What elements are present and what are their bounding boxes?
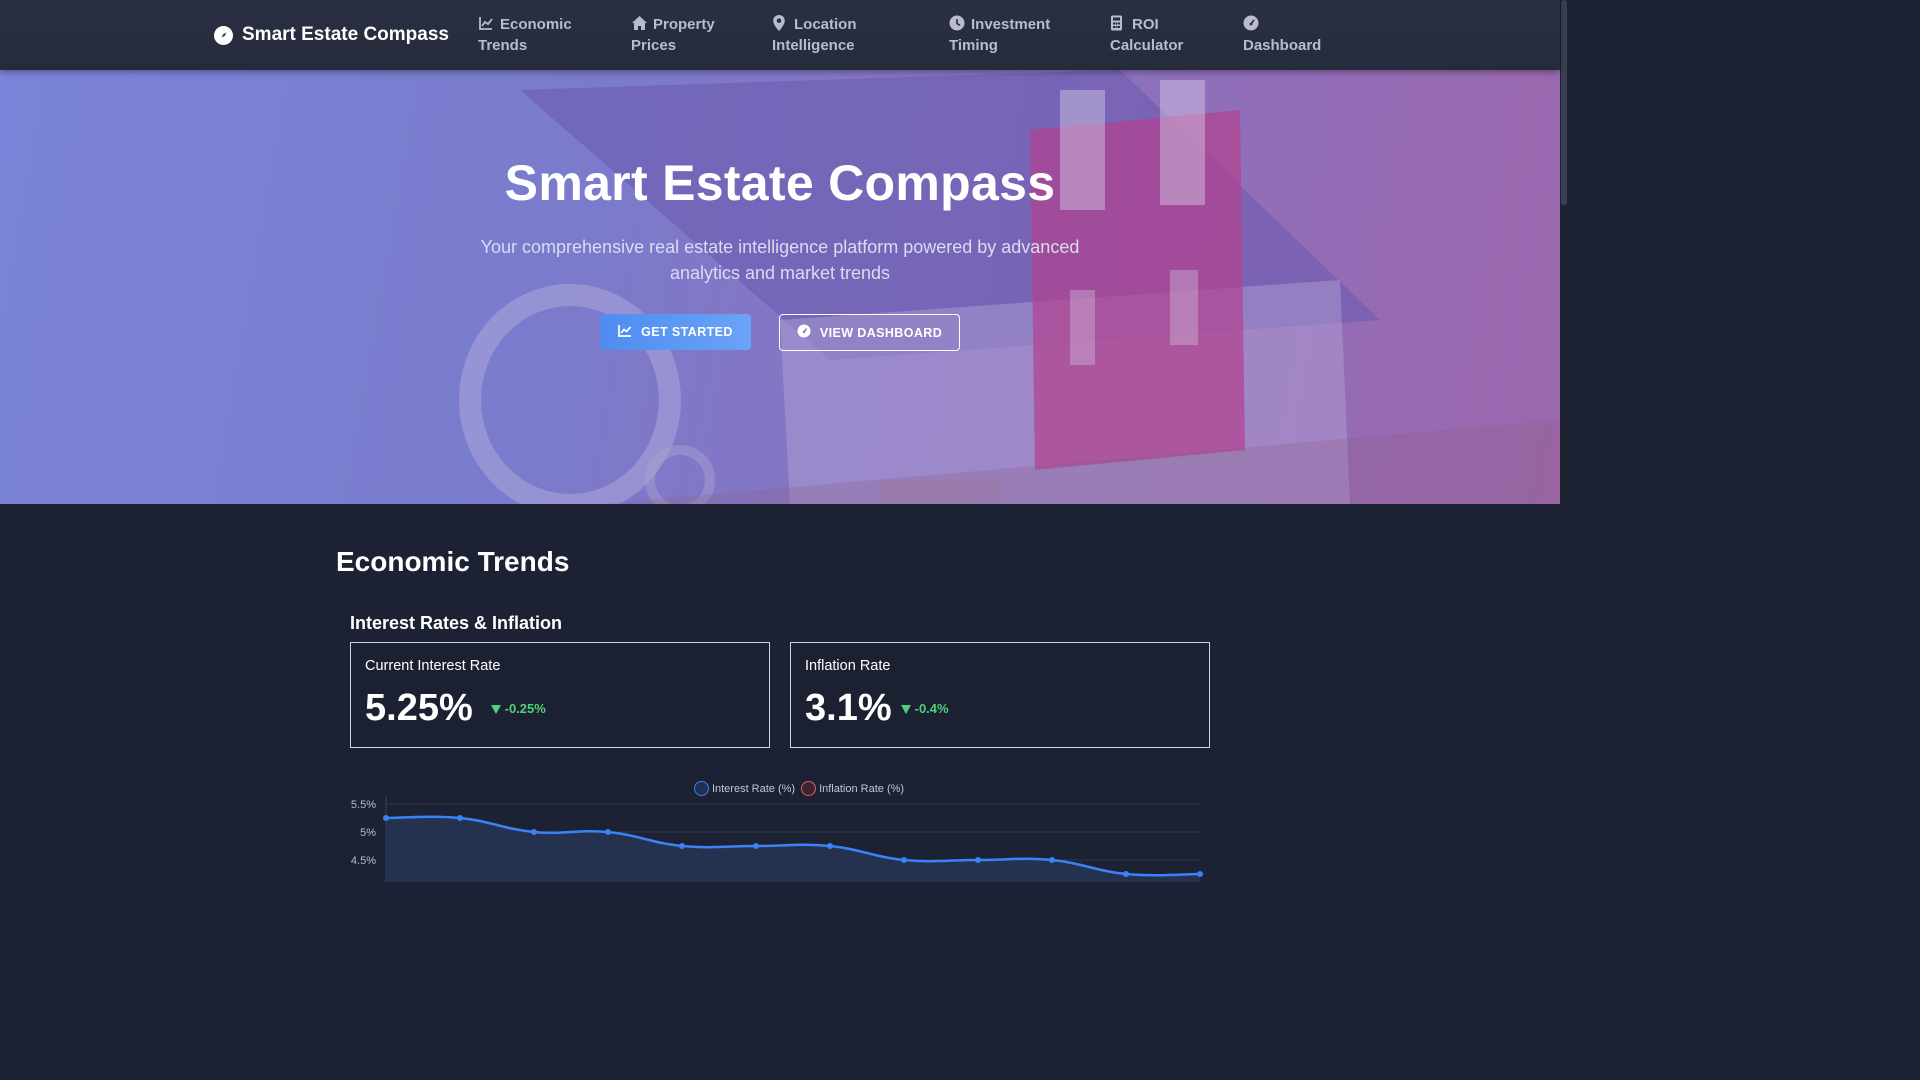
chart-line-icon <box>478 15 494 31</box>
interest-rate-point[interactable] <box>1197 871 1203 877</box>
nav-label: Prices <box>631 37 677 54</box>
interest-rate-point[interactable] <box>383 815 389 821</box>
y-tick-label: 5.5% <box>351 799 376 811</box>
clock-icon <box>949 15 965 31</box>
interest-rate-point[interactable] <box>901 857 907 863</box>
nav-label: Location <box>794 16 857 33</box>
nav-label: Calculator <box>1110 37 1184 54</box>
view-dashboard-label: VIEW DASHBOARD <box>819 325 943 340</box>
card-label: Current Interest Rate <box>365 658 501 674</box>
nav-label: Economic <box>500 16 572 33</box>
brand-name: Smart Estate Compass <box>242 24 449 45</box>
get-started-label: GET STARTED <box>641 325 733 339</box>
down-arrow-icon <box>901 702 911 717</box>
gauge-icon <box>797 324 811 341</box>
card-value: 5.25% <box>365 687 473 729</box>
calculator-icon <box>1110 15 1126 31</box>
nav-item-location-intelligence[interactable]: Location Intelligence <box>772 14 857 56</box>
interest-rate-card: Current Interest Rate 5.25% -0.25% <box>350 642 770 748</box>
map-pin-icon <box>772 15 788 31</box>
card-value: 3.1% <box>805 687 892 729</box>
down-arrow-icon <box>491 702 501 717</box>
hero-section: Smart Estate Compass Your comprehensive … <box>0 70 1560 504</box>
page-scrollbar[interactable] <box>1560 0 1568 882</box>
interest-rate-point[interactable] <box>605 829 611 835</box>
compass-icon <box>214 25 233 45</box>
nav-label: Property <box>653 16 715 33</box>
nav-label: Intelligence <box>772 37 855 54</box>
interest-rate-point[interactable] <box>679 843 685 849</box>
nav-label: Trends <box>478 37 528 54</box>
nav-item-property-prices[interactable]: Property Prices <box>631 14 715 56</box>
brand-logo-link[interactable]: Smart Estate Compass <box>214 22 449 48</box>
interest-inflation-subheading: Interest Rates & Inflation <box>350 613 563 633</box>
nav-item-economic-trends[interactable]: Economic Trends <box>478 14 572 56</box>
interest-rate-point[interactable] <box>1123 871 1129 877</box>
nav-label: Dashboard <box>1243 37 1322 54</box>
nav-item-dashboard[interactable]: Dashboard <box>1243 14 1321 56</box>
change-indicator: -0.25% <box>491 701 546 717</box>
interest-rate-point[interactable] <box>531 829 537 835</box>
hero-background-house-image <box>459 70 1560 504</box>
economic-trends-heading: Economic Trends <box>336 546 570 577</box>
interest-inflation-chart: 5.5% 5% 4.5% <box>351 796 1203 882</box>
chart-line-icon <box>618 324 632 340</box>
nav-item-roi-calculator[interactable]: ROI Calculator <box>1110 14 1183 56</box>
scrollbar-thumb[interactable] <box>1561 0 1567 205</box>
y-tick-label: 5% <box>360 827 376 839</box>
change-value: -0.4% <box>914 701 949 716</box>
interest-rate-point[interactable] <box>1049 857 1055 863</box>
view-dashboard-button[interactable]: VIEW DASHBOARD <box>779 314 960 351</box>
change-indicator: -0.4% <box>901 701 949 717</box>
hero-subtitle: Your comprehensive real estate intellige… <box>480 237 1080 283</box>
hero-title: Smart Estate Compass <box>504 155 1056 211</box>
nav-label: ROI <box>1132 16 1159 33</box>
interest-rate-point[interactable] <box>457 815 463 821</box>
top-navbar: Smart Estate Compass Economic Trends Pro… <box>0 0 1560 70</box>
y-tick-label: 4.5% <box>351 855 376 867</box>
get-started-button[interactable]: GET STARTED <box>600 314 751 350</box>
nav-label: Investment <box>971 16 1051 33</box>
nav-label: Timing <box>949 37 998 54</box>
card-label: Inflation Rate <box>805 658 891 674</box>
inflation-rate-card: Inflation Rate 3.1% -0.4% <box>790 642 1210 748</box>
change-value: -0.25% <box>504 701 546 716</box>
home-icon <box>631 15 647 31</box>
nav-item-investment-timing[interactable]: Investment Timing <box>949 14 1050 56</box>
interest-rate-point[interactable] <box>753 843 759 849</box>
interest-rate-point[interactable] <box>827 843 833 849</box>
interest-rate-point[interactable] <box>975 857 981 863</box>
gauge-icon <box>1243 15 1259 31</box>
